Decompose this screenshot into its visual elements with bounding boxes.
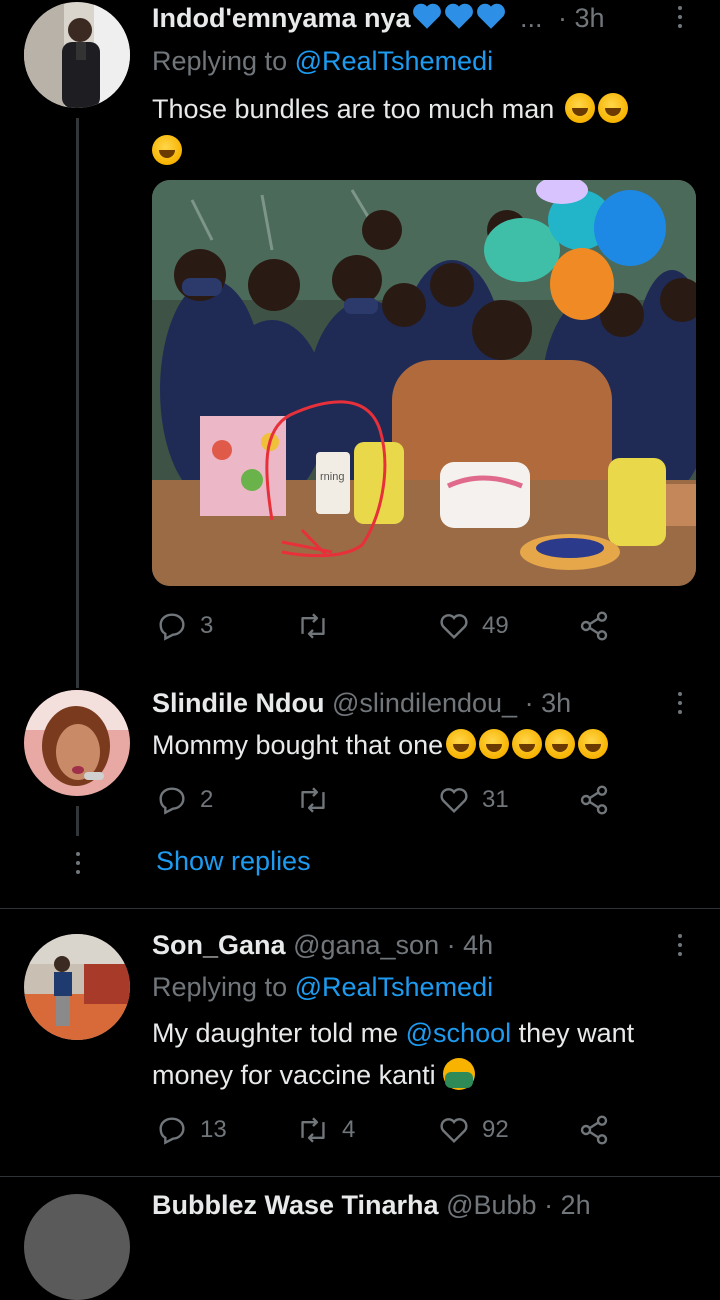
- reply-count: 3: [200, 612, 214, 639]
- display-name[interactable]: Bubblez Wase Tinarha: [152, 1190, 439, 1220]
- rofl-emoji-icon: [152, 135, 182, 165]
- heart-icon: [440, 614, 468, 640]
- avatar[interactable]: [24, 934, 130, 1040]
- handle[interactable]: @slindilendou_: [332, 688, 517, 718]
- display-name[interactable]: Indod'emnyama nya: [152, 3, 411, 33]
- replying-to-handle[interactable]: @RealTshemedi: [295, 972, 494, 1002]
- blue-heart-icon: [444, 3, 473, 29]
- retweet-icon: [301, 613, 325, 639]
- retweet-button[interactable]: 4: [296, 1114, 355, 1146]
- share-button[interactable]: [578, 610, 610, 642]
- avatar[interactable]: [24, 1194, 130, 1300]
- reply-icon: [159, 1117, 185, 1145]
- rofl-emoji-icon: [564, 93, 595, 123]
- share-button[interactable]: [578, 784, 610, 816]
- tweet-header: Slindile Ndou @slindilendou_ · 3h: [152, 688, 571, 719]
- like-button[interactable]: 31: [438, 784, 509, 816]
- reply-icon: [159, 787, 185, 815]
- show-replies-link[interactable]: Show replies: [156, 846, 311, 877]
- timestamp[interactable]: · 4h: [447, 930, 494, 960]
- reply-button[interactable]: 13: [156, 1114, 227, 1146]
- avatar[interactable]: [24, 690, 130, 796]
- divider: [0, 1176, 720, 1177]
- retweet-icon: [301, 787, 325, 813]
- retweet-count: 4: [342, 1116, 356, 1143]
- thread-line: [76, 806, 79, 836]
- blue-heart-icon: [412, 3, 441, 29]
- more-icon[interactable]: [678, 6, 682, 28]
- share-button[interactable]: [578, 1114, 610, 1146]
- blue-heart-icon: [476, 3, 505, 29]
- display-name[interactable]: Son_Gana: [152, 930, 286, 960]
- share-icon: [580, 611, 608, 641]
- divider: [0, 908, 720, 909]
- avatar[interactable]: [24, 2, 130, 108]
- handle[interactable]: @gana_son: [293, 930, 439, 960]
- tweet-text-content: money for vaccine kanti: [152, 1060, 436, 1090]
- retweet-button[interactable]: [296, 784, 342, 816]
- facepalm-emoji-icon: [443, 1058, 476, 1090]
- reply-button[interactable]: 2: [156, 784, 213, 816]
- rofl-emoji-icon: [578, 729, 609, 759]
- like-count: 49: [482, 612, 509, 639]
- timestamp[interactable]: · 3h: [558, 3, 605, 33]
- reply-button[interactable]: 3: [156, 610, 213, 642]
- reply-icon: [159, 613, 185, 641]
- more-icon[interactable]: [678, 934, 682, 956]
- like-count: 31: [482, 786, 509, 813]
- handle[interactable]: @Bubb: [446, 1190, 536, 1220]
- tweet-text: Those bundles are too much man: [152, 88, 692, 172]
- retweet-button[interactable]: [296, 610, 342, 642]
- timestamp[interactable]: · 3h: [525, 688, 572, 718]
- more-replies-dots: [76, 852, 80, 874]
- tweet-text-content: My daughter told me: [152, 1018, 406, 1048]
- tweet-header: Son_Gana @gana_son · 4h: [152, 930, 493, 961]
- tweet-header: Bubblez Wase Tinarha @Bubb · 2h: [152, 1190, 591, 1221]
- tweet-text-content: Those bundles are too much man: [152, 94, 555, 124]
- rofl-emoji-icon: [512, 729, 543, 759]
- like-button[interactable]: 49: [438, 610, 509, 642]
- thread-line: [76, 118, 79, 688]
- more-icon[interactable]: [678, 692, 682, 714]
- replying-to-handle[interactable]: @RealTshemedi: [295, 46, 494, 76]
- share-icon: [580, 1115, 608, 1145]
- tweet-text-content: Mommy bought that one: [152, 730, 444, 760]
- replying-to: Replying to @RealTshemedi: [152, 972, 493, 1003]
- mug-text: rning: [320, 471, 344, 483]
- tweet-text-content: they want: [511, 1018, 635, 1048]
- rofl-emoji-icon: [446, 729, 477, 759]
- display-name[interactable]: Slindile Ndou: [152, 688, 325, 718]
- heart-icon: [440, 1118, 468, 1144]
- name-truncation: ...: [520, 3, 543, 33]
- share-icon: [580, 785, 608, 815]
- retweet-icon: [301, 1117, 325, 1143]
- replying-to: Replying to @RealTshemedi: [152, 46, 493, 77]
- tweet-header: Indod'emnyama nya ... · 3h: [152, 2, 605, 34]
- like-button[interactable]: 92: [438, 1114, 509, 1146]
- rofl-emoji-icon: [479, 729, 510, 759]
- mention-link[interactable]: @school: [406, 1018, 511, 1048]
- like-count: 92: [482, 1116, 509, 1143]
- tweet-photo[interactable]: rning: [152, 180, 696, 586]
- heart-icon: [440, 788, 468, 814]
- timestamp[interactable]: · 2h: [544, 1190, 591, 1220]
- tweet-text: Mommy bought that one: [152, 724, 692, 766]
- rofl-emoji-icon: [597, 93, 628, 123]
- reply-count: 13: [200, 1116, 227, 1143]
- tweet-text: My daughter told me @school they want mo…: [152, 1012, 712, 1096]
- replying-to-label: Replying to: [152, 972, 295, 1002]
- rofl-emoji-icon: [545, 729, 576, 759]
- replying-to-label: Replying to: [152, 46, 295, 76]
- reply-count: 2: [200, 786, 214, 813]
